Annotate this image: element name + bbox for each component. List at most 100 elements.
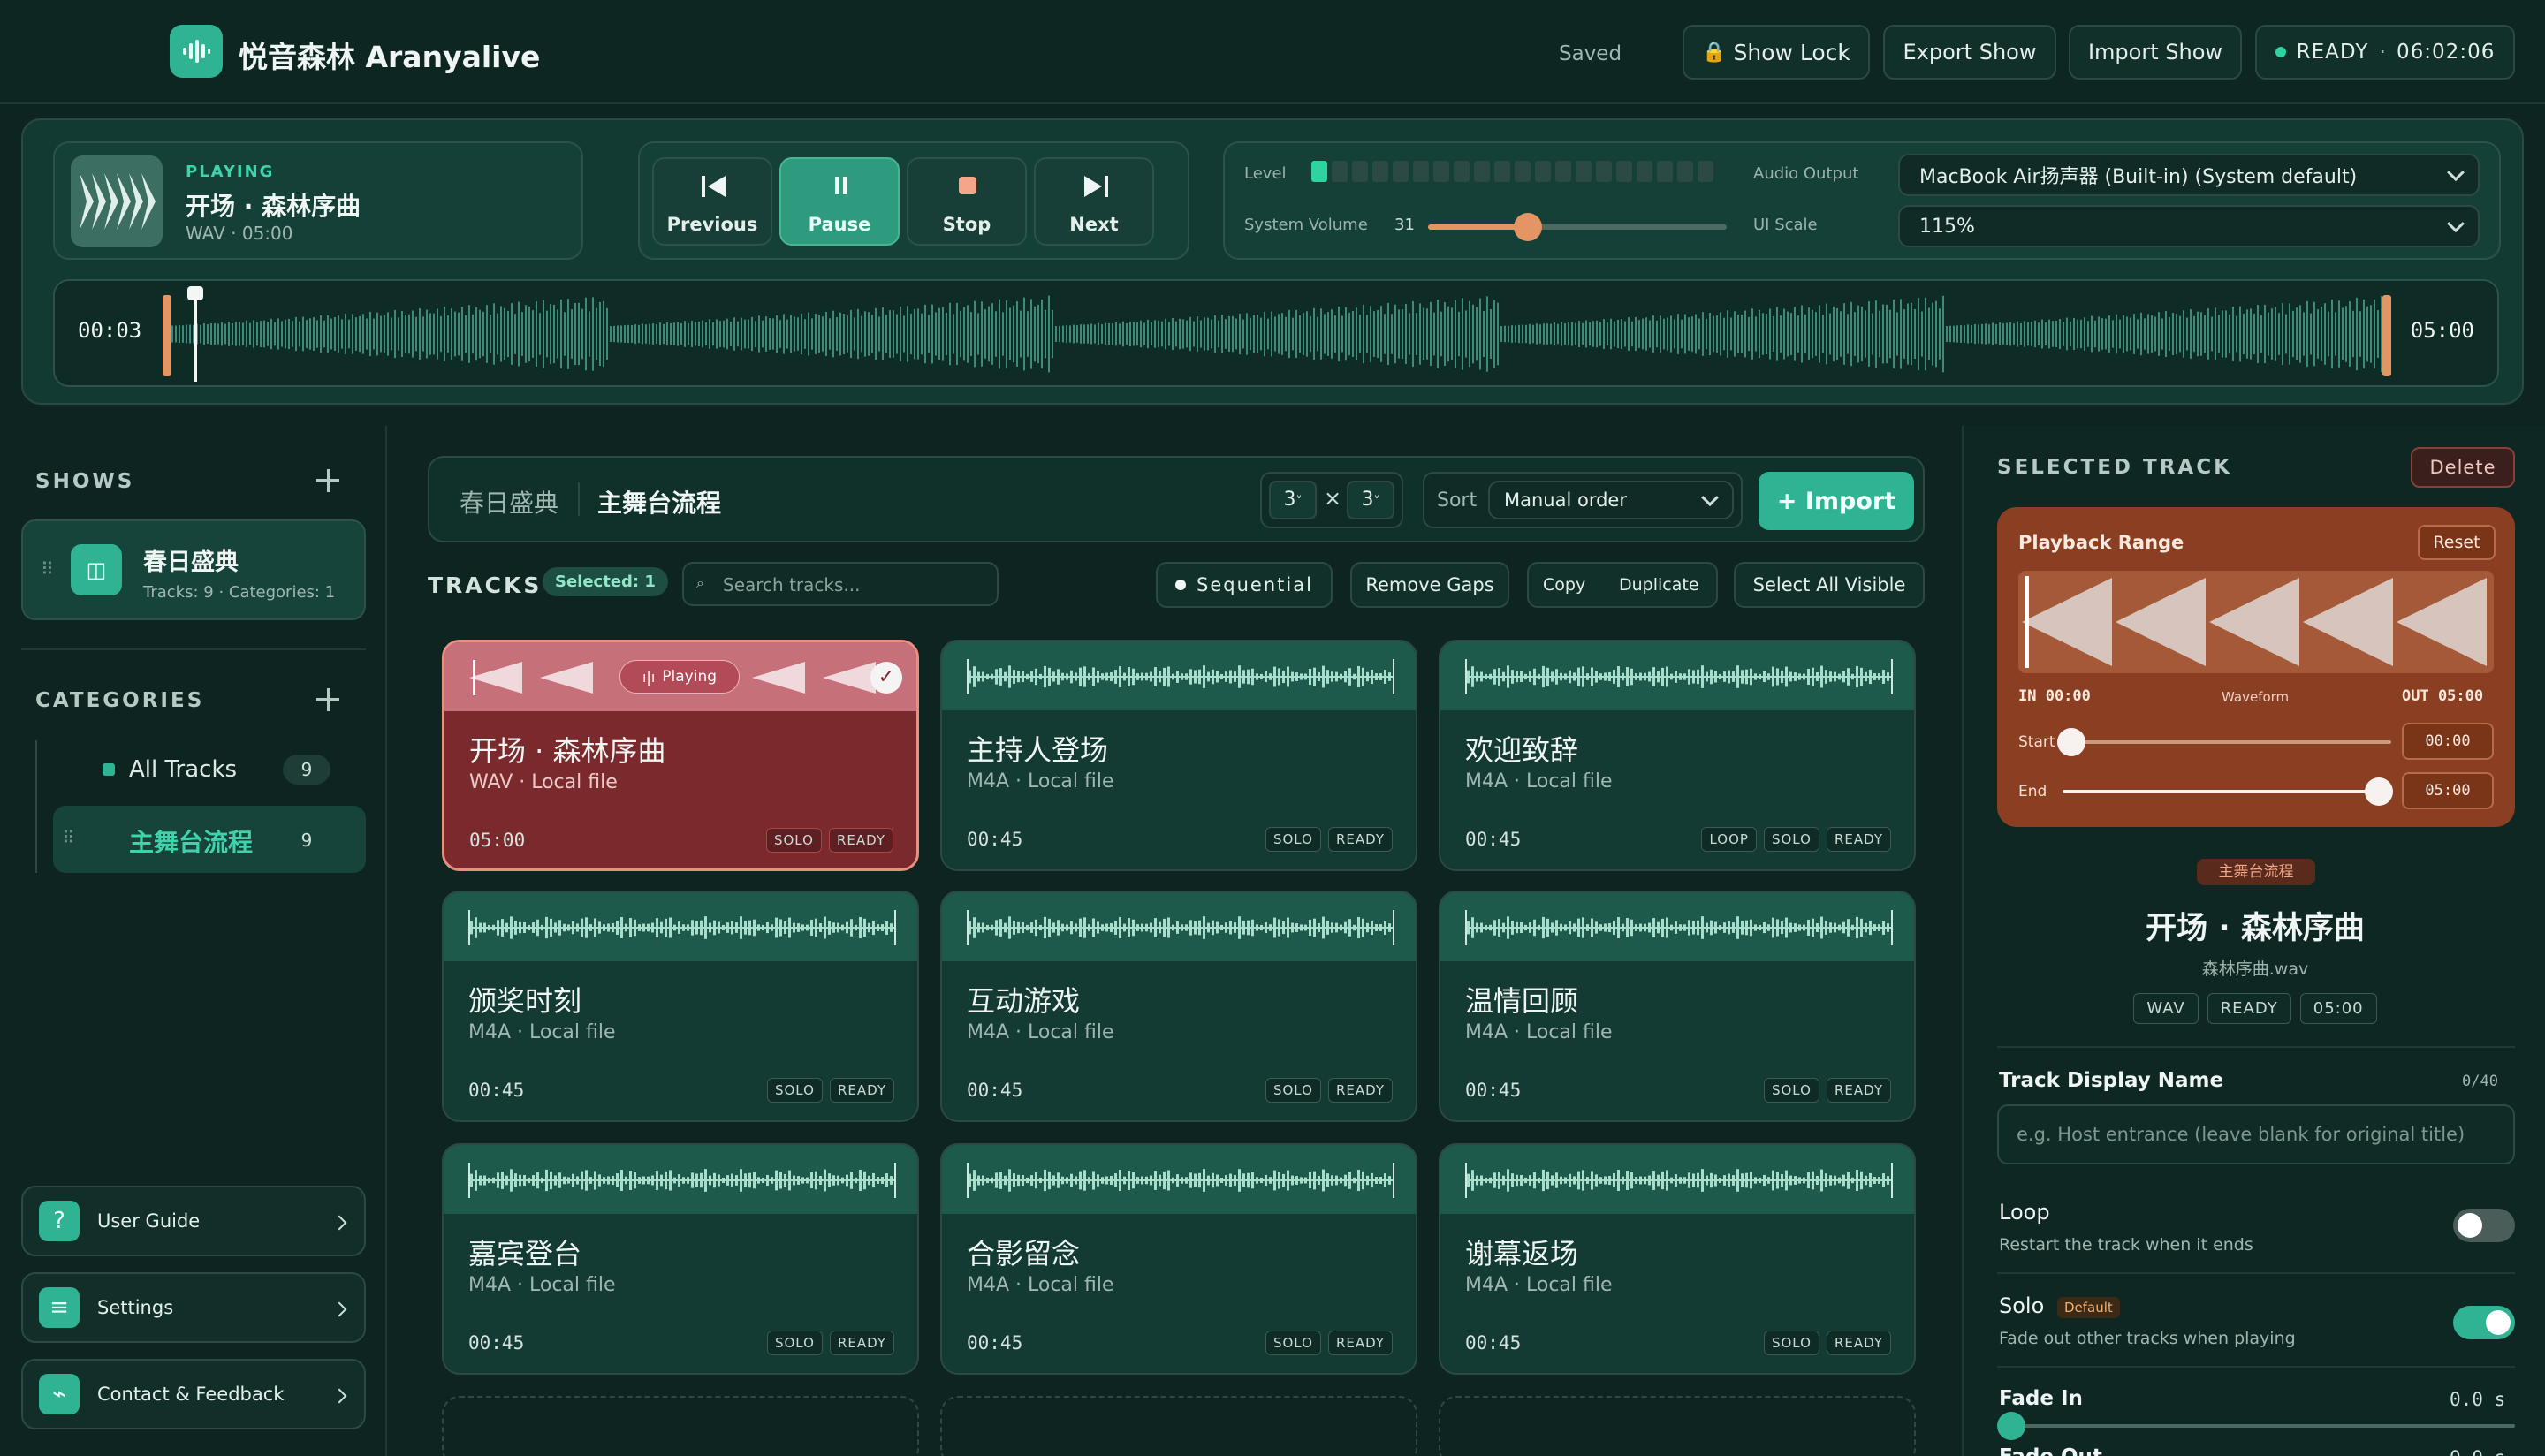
start-value-input[interactable]: 00:00	[2402, 723, 2494, 760]
copy-button[interactable]: Copy	[1543, 575, 1585, 595]
track-card[interactable]: ı|ı Playing ✓ 开场 · 森林序曲 WAV · Local file…	[442, 640, 919, 871]
audio-output-select[interactable]: MacBook Air扬声器 (Built-in) (System defaul…	[1898, 154, 2480, 196]
category-main-stage[interactable]: ⠿ 主舞台流程 9	[53, 806, 366, 873]
level-meter-segment	[1576, 161, 1592, 182]
waveform-bar	[330, 318, 332, 350]
track-card[interactable]: 欢迎致辞 M4A · Local file 00:45 LOOP SOLO READ…	[1439, 640, 1916, 871]
track-card[interactable]: 颁奖时刻 M4A · Local file 00:45 SOLO READY	[442, 891, 919, 1122]
waveform-bar	[528, 924, 530, 931]
track-card[interactable]: 合影留念 M4A · Local file 00:45 SOLO READY	[940, 1143, 1417, 1375]
waveform-bar	[246, 320, 247, 348]
drag-handle-icon[interactable]: ⠿	[41, 558, 54, 580]
duplicate-button[interactable]: Duplicate	[1619, 575, 1699, 595]
start-slider[interactable]	[2057, 728, 2391, 756]
solo-toggle[interactable]	[2453, 1306, 2515, 1339]
breadcrumb-show[interactable]: 春日盛典	[460, 484, 558, 519]
search-input[interactable]: ⌕ Search tracks...	[682, 562, 999, 606]
waveform-bar	[1781, 1173, 1783, 1187]
grid-rows-select[interactable]: 3˅	[1347, 481, 1394, 519]
waveform-bar	[2126, 316, 2128, 352]
volume-slider[interactable]	[1428, 213, 1727, 241]
range-out-marker[interactable]	[2382, 295, 2391, 376]
waveform-bar	[1918, 297, 1919, 371]
waveform-bar	[488, 1177, 490, 1184]
waveform-bar	[1269, 924, 1272, 931]
add-category-button[interactable]	[311, 684, 343, 716]
waveform-bar	[612, 922, 614, 933]
end-slider-knob[interactable]	[2365, 777, 2393, 806]
export-show-button[interactable]: Export Show	[1883, 25, 2056, 80]
select-all-visible-button[interactable]: Select All Visible	[1734, 562, 1925, 608]
import-show-button[interactable]: Import Show	[2069, 25, 2242, 80]
waveform-bar	[1847, 1172, 1850, 1189]
sequential-toggle[interactable]: Sequential	[1156, 562, 1333, 608]
stop-button[interactable]: Stop	[907, 157, 1027, 246]
start-slider-knob[interactable]	[2057, 728, 2085, 756]
waveform-bar	[1928, 307, 1930, 360]
waveform-bar	[779, 919, 782, 937]
track-card[interactable]: 温情回顾 M4A · Local file 00:45 SOLO READY	[1439, 891, 1916, 1122]
waveform-bar	[1161, 321, 1163, 347]
selected-track-badges: WAV READY 05:00	[1964, 993, 2545, 1024]
waveform-bar	[868, 922, 870, 933]
track-card[interactable]: 主持人登场 M4A · Local file 00:45 SOLO READY	[940, 640, 1417, 871]
waveform-bar	[1750, 919, 1752, 937]
range-waveform[interactable]	[2018, 571, 2494, 673]
fade-in-slider-knob[interactable]	[1997, 1412, 2025, 1440]
user-guide-button[interactable]: ? User Guide	[21, 1186, 366, 1256]
shows-title: SHOWS	[35, 470, 135, 493]
add-show-button[interactable]	[311, 465, 343, 497]
import-button[interactable]: + Import	[1759, 472, 1914, 530]
previous-button[interactable]: Previous	[652, 157, 772, 246]
category-all-tracks[interactable]: All Tracks 9	[53, 742, 366, 793]
waveform-bar	[1683, 673, 1686, 680]
waveform-bar	[1486, 296, 1488, 372]
settings-button[interactable]: ≡ Settings	[21, 1272, 366, 1343]
waveform-bar	[828, 921, 831, 935]
selected-check-icon[interactable]: ✓	[870, 662, 902, 694]
fade-in-slider[interactable]	[1997, 1412, 2515, 1440]
waveform-bar	[991, 924, 993, 931]
waveform-bar	[1489, 924, 1492, 931]
end-slider[interactable]	[2063, 777, 2393, 806]
waveform-bar	[554, 922, 557, 933]
waveform-bar	[973, 1170, 976, 1191]
waveform-bar	[1759, 309, 1760, 359]
contact-feedback-button[interactable]: ⌁ Contact & Feedback	[21, 1359, 366, 1429]
display-name-input[interactable]: e.g. Host entrance (leave blank for orig…	[1997, 1104, 2515, 1164]
waveform-bar	[2374, 299, 2375, 369]
next-button[interactable]: Next	[1034, 157, 1154, 246]
empty-slot[interactable]	[940, 1396, 1417, 1456]
playhead[interactable]	[187, 286, 204, 382]
show-item[interactable]: ⠿ ◫ 春日盛典 Tracks: 9 · Categories: 1	[21, 519, 366, 620]
ui-scale-select[interactable]: 115%	[1898, 205, 2480, 247]
timeline-waveform[interactable]	[164, 292, 2391, 376]
waveform-bar	[1229, 1173, 1232, 1187]
waveform-bar	[1868, 301, 1870, 367]
pause-button[interactable]: Pause	[779, 157, 900, 246]
waveform-bar	[1688, 669, 1690, 685]
show-lock-button[interactable]: 🔒 Show Lock	[1683, 25, 1870, 80]
drag-handle-icon[interactable]: ⠿	[62, 827, 75, 848]
volume-slider-knob[interactable]	[1513, 213, 1542, 241]
reset-button[interactable]: Reset	[2418, 525, 2496, 560]
remove-gaps-button[interactable]: Remove Gaps	[1350, 562, 1509, 608]
delete-button[interactable]: Delete	[2411, 447, 2515, 488]
track-card[interactable]: 谢幕返场 M4A · Local file 00:45 SOLO READY	[1439, 1143, 1916, 1375]
waveform-bar	[1476, 307, 1478, 361]
sort-select[interactable]: Manual order	[1488, 481, 1734, 519]
range-in-marker[interactable]	[163, 295, 171, 376]
empty-slot[interactable]	[442, 1396, 919, 1456]
waveform-bar	[1794, 1176, 1797, 1185]
empty-slot[interactable]	[1439, 1396, 1916, 1456]
waveform-bar	[338, 315, 339, 353]
waveform-bar	[1670, 1177, 1673, 1184]
track-card[interactable]: 嘉宾登台 M4A · Local file 00:45 SOLO READY	[442, 1143, 919, 1375]
end-value-input[interactable]: 05:00	[2402, 772, 2494, 809]
grid-cols-select[interactable]: 3˅	[1269, 481, 1317, 519]
loop-toggle[interactable]	[2453, 1209, 2515, 1242]
track-card[interactable]: 互动游戏 M4A · Local file 00:45 SOLO READY	[940, 891, 1417, 1122]
waveform-bar	[775, 917, 778, 938]
waveform-bar	[2116, 314, 2117, 354]
waveform-bar	[1044, 1169, 1046, 1192]
